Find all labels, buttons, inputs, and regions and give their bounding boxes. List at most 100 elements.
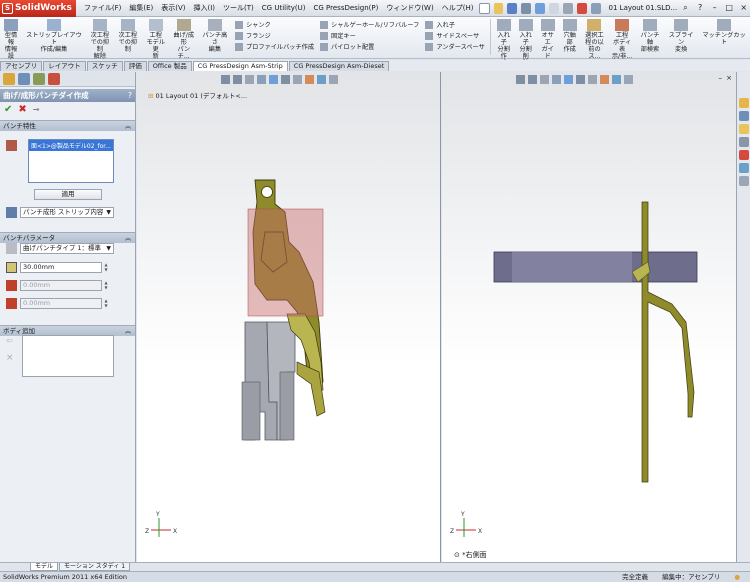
tab-motion-study[interactable]: モーション スタディ 1	[59, 563, 131, 571]
tab-cg-dieset[interactable]: CG PressDesign Asm-Dieset	[288, 61, 390, 71]
view-palette-icon[interactable]	[739, 150, 749, 160]
pilot-placement-button[interactable]: パイロット配置	[320, 41, 419, 52]
ok-button[interactable]: ✔	[4, 104, 12, 115]
pushpin-icon[interactable]: ⊸	[33, 105, 40, 114]
property-manager-panel: 曲げ/成形パンチダイ作成 ? ✔ ✖ ⊸ パンチ特性 ︽ 面<1>@製品モデル02…	[0, 72, 136, 571]
select-prev-process-button[interactable]: 選択工 程の以 前のス...	[581, 19, 609, 60]
open-folder-icon[interactable]	[493, 2, 504, 14]
body-list-box[interactable]	[22, 335, 114, 377]
graphics-viewport-right[interactable]: – × Z X Y ⊙ *右側面	[442, 72, 736, 562]
clearance-input[interactable]: 0.00mm	[20, 298, 102, 309]
punch-height-button[interactable]: パンチ高さ 編集	[198, 19, 232, 53]
help-icon[interactable]: ?	[694, 2, 707, 15]
tab-cg-strip[interactable]: CG PressDesign Asm-Strip	[192, 61, 288, 71]
options-gear-icon[interactable]	[590, 2, 601, 14]
resources-icon[interactable]	[739, 98, 749, 108]
tab-model[interactable]: モデル	[30, 563, 59, 571]
tab-evaluate[interactable]: 評価	[123, 61, 147, 71]
length-input[interactable]: 30.00mm	[20, 262, 102, 273]
unsuppress-icon	[92, 19, 107, 31]
graphics-viewport-left[interactable]: ⊞ 01 Layout 01 (デフォルト<... Z X Y	[137, 72, 441, 562]
menu-help[interactable]: ヘルプ(H)	[438, 3, 478, 13]
punch-params-header[interactable]: パンチパラメータ ︽	[0, 232, 135, 243]
cancel-button[interactable]: ✖	[18, 104, 26, 115]
spline-convert-button[interactable]: スプライン 変換	[664, 19, 698, 53]
undo-icon[interactable]	[535, 2, 546, 14]
design-library-icon[interactable]	[739, 111, 749, 121]
punch-shaft-search-button[interactable]: パンチ軸 部検索	[636, 19, 664, 53]
appearance-icon[interactable]	[48, 73, 60, 85]
suppress-next-button[interactable]: 次工程 での抑制	[114, 19, 142, 53]
menu-file[interactable]: ファイル(F)	[80, 3, 126, 13]
insert-icon	[425, 20, 434, 29]
process-body-toggle-button[interactable]: 工程 ボディ表 示/非...	[608, 19, 636, 60]
update-model-icon	[148, 19, 163, 31]
side-spacer-icon	[425, 31, 434, 40]
flange-button[interactable]: フランジ	[234, 30, 314, 41]
rebuild-icon[interactable]	[562, 2, 573, 14]
select-arrow-icon[interactable]	[549, 2, 559, 14]
hole-shaft-button[interactable]: 穴軸部 作成	[559, 19, 581, 53]
punch-type-select[interactable]: パンチ成形 ストリップ内容 ▼	[20, 207, 114, 218]
matching-cut-button[interactable]: マッチングカット	[698, 19, 750, 46]
search-results-icon[interactable]	[739, 137, 749, 147]
offset-input[interactable]: 0.00mm	[20, 280, 102, 291]
collapse-chevron-icon: ︽	[124, 235, 131, 242]
tab-office[interactable]: Office 製品	[147, 61, 192, 71]
shank-button[interactable]: シャンク	[234, 19, 314, 30]
selected-face-item[interactable]: 面<1>@製品モデル02_for...	[29, 140, 113, 151]
property-manager-icon[interactable]	[18, 73, 30, 85]
strip-layout-button[interactable]: ストリップレイアウト 作成/編集	[22, 19, 86, 53]
punch-properties-header[interactable]: パンチ特性 ︽	[0, 120, 135, 131]
apply-button[interactable]: 適用	[34, 189, 102, 200]
search-icon[interactable]: ⌕	[679, 2, 692, 15]
new-document-icon[interactable]	[479, 2, 490, 14]
save-icon[interactable]	[507, 2, 518, 14]
tab-sketch[interactable]: スケッチ	[86, 61, 123, 71]
insert-button[interactable]: 入れ子	[425, 19, 484, 30]
help-balloon-icon[interactable]: ●	[734, 572, 740, 582]
bend-punch-button[interactable]: 曲げ/成 形 パンチ...	[170, 19, 198, 60]
feature-tree-icon[interactable]	[3, 73, 15, 85]
side-spacer-button[interactable]: サイドスペーサ	[425, 30, 484, 41]
length-spinner[interactable]: ▲ ▼	[103, 262, 109, 273]
menu-cg-utility[interactable]: CG Utility(U)	[258, 4, 310, 12]
fixed-key-button[interactable]: 固定キー	[320, 30, 419, 41]
menu-window[interactable]: ウィンドウ(W)	[382, 3, 437, 13]
file-explorer-icon[interactable]	[739, 124, 749, 134]
menu-tools[interactable]: ツール(T)	[219, 3, 258, 13]
pm-help-button[interactable]: ?	[128, 91, 132, 100]
under-spacer-button[interactable]: アンダースペーサ	[425, 41, 485, 52]
custom-properties-icon[interactable]	[739, 176, 749, 186]
pm-actions: ✔ ✖ ⊸	[0, 102, 135, 116]
face-selection-box[interactable]: 面<1>@製品モデル02_for...	[28, 139, 114, 183]
menu-edit[interactable]: 編集(E)	[125, 3, 157, 13]
appearances-icon[interactable]	[739, 163, 749, 173]
config-manager-icon[interactable]	[33, 73, 45, 85]
maximize-icon[interactable]: □	[723, 2, 736, 15]
menu-insert[interactable]: 挿入(I)	[190, 3, 220, 13]
menu-cg-pressdesign[interactable]: CG PressDesign(P)	[310, 4, 383, 12]
update-model-button[interactable]: 工程 モデル更 新	[142, 19, 170, 60]
close-icon[interactable]: ×	[737, 2, 750, 15]
die-pin-left	[241, 381, 261, 441]
tab-assembly[interactable]: アセンブリ	[0, 61, 43, 71]
pm-title: 曲げ/成形パンチダイ作成	[3, 91, 89, 100]
menu-view[interactable]: 表示(V)	[157, 3, 189, 13]
status-bar: SolidWorks Premium 2011 x64 Edition 完全定義…	[0, 571, 750, 582]
print-icon[interactable]	[521, 2, 532, 14]
traffic-light-icon[interactable]	[576, 2, 587, 14]
stripper-guide-button[interactable]: オサエ ガイド	[537, 19, 559, 60]
minimize-icon[interactable]: –	[708, 2, 721, 15]
clearance-spinner[interactable]: ▲ ▼	[103, 298, 109, 309]
svg-text:Y: Y	[155, 511, 160, 518]
tab-layout[interactable]: レイアウト	[43, 61, 86, 71]
solidworks-logo[interactable]: S SolidWorks	[0, 0, 76, 17]
remove-body-icon[interactable]: ×	[6, 353, 17, 364]
offset-spinner[interactable]: ▲ ▼	[103, 280, 109, 291]
profile-batch-button[interactable]: プロファイルバッチ作成	[234, 41, 314, 52]
shoulder-hole-button[interactable]: シャルゲーホール/リフバルーフ	[320, 19, 419, 30]
unsuppress-next-button[interactable]: 次工程 での抑制 解除	[86, 19, 114, 60]
length-icon	[6, 262, 17, 273]
bend-type-select[interactable]: 曲げパンチタイプ 1：標準 ▼	[20, 243, 114, 254]
